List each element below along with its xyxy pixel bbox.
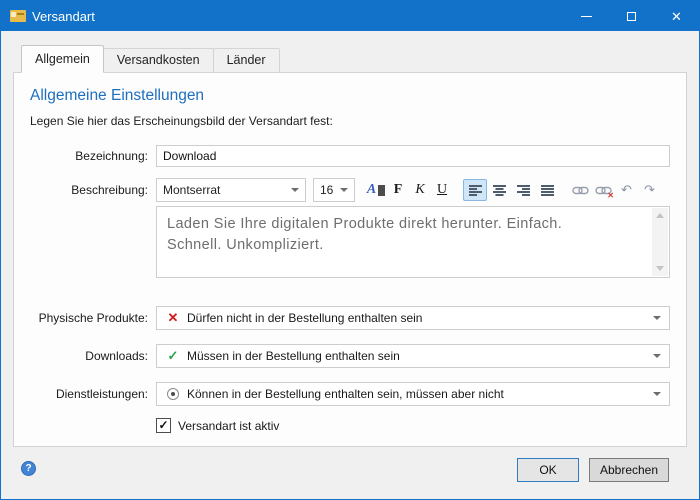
question-mark-icon: ? bbox=[25, 463, 31, 474]
circle-dot-icon bbox=[165, 388, 181, 400]
editor-scrollbar[interactable] bbox=[652, 208, 668, 276]
insert-link-button[interactable] bbox=[569, 179, 592, 201]
italic-button[interactable]: K bbox=[409, 179, 431, 201]
maximize-icon bbox=[627, 12, 636, 21]
unlink-x-mark: ✕ bbox=[607, 191, 614, 200]
align-center-button[interactable] bbox=[487, 179, 511, 201]
align-right-icon bbox=[517, 185, 530, 196]
app-icon bbox=[10, 10, 26, 22]
text-style-group: A F K U bbox=[365, 179, 453, 201]
align-center-icon bbox=[493, 185, 506, 196]
redo-button[interactable]: ↷ bbox=[638, 179, 661, 201]
green-check-icon: ✓ bbox=[165, 348, 181, 364]
editor-toolbar: Montserrat 16 A F K U bbox=[156, 177, 670, 203]
ok-button[interactable]: OK bbox=[517, 458, 579, 482]
remove-link-button[interactable]: ✕ bbox=[592, 179, 615, 201]
minimize-button[interactable] bbox=[564, 1, 609, 31]
font-family-value: Montserrat bbox=[163, 183, 220, 197]
chevron-down-icon bbox=[340, 188, 348, 192]
close-icon: ✕ bbox=[671, 10, 682, 23]
dienstleistungen-label: Dienstleistungen: bbox=[30, 387, 148, 401]
checkmark-icon: ✓ bbox=[158, 419, 168, 431]
dialog-buttons: OK Abbrechen bbox=[517, 458, 669, 482]
bezeichnung-label: Bezeichnung: bbox=[30, 149, 148, 163]
dienstleistungen-row: Dienstleistungen: Können in der Bestellu… bbox=[30, 382, 670, 406]
dienstleistungen-select[interactable]: Können in der Bestellung enthalten sein,… bbox=[156, 382, 670, 406]
physische-produkte-value: Dürfen nicht in der Bestellung enthalten… bbox=[187, 311, 422, 325]
link-icon bbox=[572, 185, 589, 196]
minimize-icon bbox=[581, 16, 592, 17]
red-x-icon: ✕ bbox=[165, 310, 181, 326]
downloads-select[interactable]: ✓ Müssen in der Bestellung enthalten sei… bbox=[156, 344, 670, 368]
alignment-group bbox=[463, 179, 559, 201]
align-justify-icon bbox=[541, 185, 554, 196]
font-size-value: 16 bbox=[320, 183, 333, 197]
chevron-down-icon bbox=[653, 392, 661, 396]
chevron-down-icon bbox=[653, 316, 661, 320]
description-text[interactable]: Laden Sie Ihre digitalen Produkte direkt… bbox=[157, 207, 627, 263]
aktiv-row: ✓ Versandart ist aktiv bbox=[156, 418, 670, 433]
align-justify-button[interactable] bbox=[535, 179, 559, 201]
link-history-group: ✕ ↶ ↷ bbox=[569, 179, 661, 201]
downloads-label: Downloads: bbox=[30, 349, 148, 363]
tab-panel-allgemein: Allgemeine Einstellungen Legen Sie hier … bbox=[13, 72, 687, 447]
physische-produkte-row: Physische Produkte: ✕ Dürfen nicht in de… bbox=[30, 306, 670, 330]
color-swatch-icon bbox=[378, 185, 385, 196]
close-button[interactable]: ✕ bbox=[654, 1, 699, 31]
undo-button[interactable]: ↶ bbox=[615, 179, 638, 201]
physische-produkte-label: Physische Produkte: bbox=[30, 311, 148, 325]
dienstleistungen-value: Können in der Bestellung enthalten sein,… bbox=[187, 387, 504, 401]
titlebar[interactable]: Versandart ✕ bbox=[1, 1, 699, 31]
scroll-down-icon[interactable] bbox=[652, 261, 668, 276]
align-left-icon bbox=[469, 185, 482, 196]
beschreibung-label: Beschreibung: bbox=[30, 183, 148, 197]
maximize-button[interactable] bbox=[609, 1, 654, 31]
font-size-select[interactable]: 16 bbox=[313, 178, 355, 202]
align-right-button[interactable] bbox=[511, 179, 535, 201]
chevron-down-icon bbox=[291, 188, 299, 192]
help-button[interactable]: ? bbox=[21, 461, 36, 476]
downloads-row: Downloads: ✓ Müssen in der Bestellung en… bbox=[30, 344, 670, 368]
section-heading: Allgemeine Einstellungen bbox=[30, 87, 670, 105]
aktiv-label: Versandart ist aktiv bbox=[178, 419, 279, 433]
font-family-select[interactable]: Montserrat bbox=[156, 178, 306, 202]
bezeichnung-input[interactable] bbox=[156, 145, 670, 167]
font-color-icon: A bbox=[367, 182, 376, 198]
window-title: Versandart bbox=[32, 9, 95, 24]
beschreibung-row: Beschreibung: Montserrat 16 A bbox=[30, 177, 670, 296]
font-color-button[interactable]: A bbox=[365, 179, 387, 201]
tab-versandkosten[interactable]: Versandkosten bbox=[103, 48, 214, 73]
description-editor[interactable]: Laden Sie Ihre digitalen Produkte direkt… bbox=[156, 206, 670, 278]
tab-laender[interactable]: Länder bbox=[213, 48, 280, 73]
physische-produkte-select[interactable]: ✕ Dürfen nicht in der Bestellung enthalt… bbox=[156, 306, 670, 330]
align-left-button[interactable] bbox=[463, 179, 487, 201]
bezeichnung-row: Bezeichnung: bbox=[30, 145, 670, 167]
underline-button[interactable]: U bbox=[431, 179, 453, 201]
bold-button[interactable]: F bbox=[387, 179, 409, 201]
cancel-button[interactable]: Abbrechen bbox=[589, 458, 669, 482]
downloads-value: Müssen in der Bestellung enthalten sein bbox=[187, 349, 400, 363]
tab-bar: Allgemein Versandkosten Länder bbox=[21, 45, 279, 73]
scroll-up-icon[interactable] bbox=[652, 208, 668, 223]
tab-allgemein[interactable]: Allgemein bbox=[21, 45, 104, 73]
versandart-dialog: Versandart ✕ Allgemein Versandkosten Län… bbox=[0, 0, 700, 500]
window-controls: ✕ bbox=[564, 1, 699, 31]
versandart-aktiv-checkbox[interactable]: ✓ bbox=[156, 418, 171, 433]
chevron-down-icon bbox=[653, 354, 661, 358]
section-subheading: Legen Sie hier das Erscheinungsbild der … bbox=[30, 114, 670, 128]
